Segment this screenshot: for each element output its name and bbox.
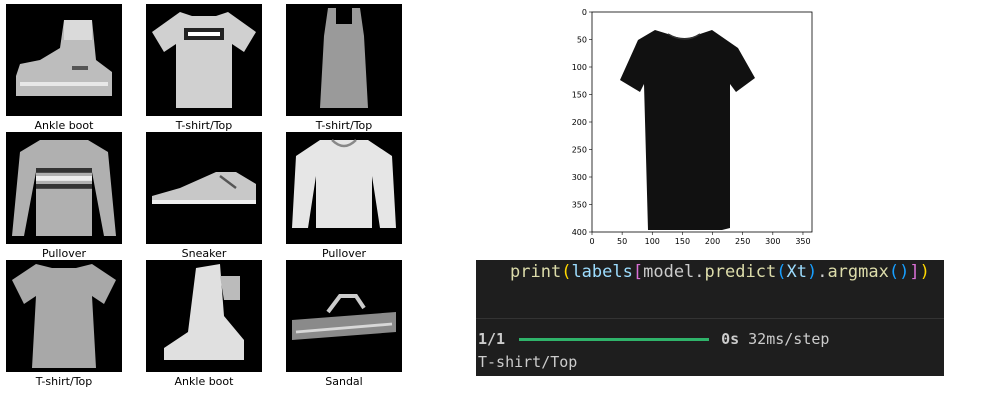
- code-token: (: [561, 262, 572, 282]
- code-token: model: [643, 262, 695, 282]
- ankle-boot-image: [6, 4, 122, 116]
- pullover-image: [286, 132, 402, 244]
- code-token: ]: [909, 262, 920, 282]
- sample-label: Pullover: [321, 247, 367, 260]
- sample-label: T-shirt/Top: [175, 119, 233, 132]
- sample-cell: Ankle boot: [6, 4, 124, 132]
- y-tick-label: 100: [572, 63, 587, 72]
- sample-cell: T-shirt/Top: [146, 4, 264, 132]
- y-axis-ticks: 0 50 100 150 200 250 300 350 400: [572, 8, 592, 237]
- y-tick-label: 150: [572, 91, 587, 100]
- image-plot: 0 50 100 150 200 250 300 350 400 0 50 100 150 200 250…: [560, 4, 820, 249]
- sample-label: Ankle boot: [174, 375, 234, 388]
- y-tick-label: 400: [572, 228, 587, 237]
- x-tick-label: 150: [675, 237, 690, 246]
- code-fn: print: [510, 262, 562, 282]
- code-token: argmax: [827, 262, 889, 282]
- x-tick-label: 250: [735, 237, 750, 246]
- code-token: labels: [571, 262, 633, 282]
- sample-cell: Pullover: [6, 132, 124, 260]
- sample-label: Sneaker: [181, 247, 227, 260]
- code-line[interactable]: print(labels[model.predict(Xt).argmax()]…: [510, 262, 930, 282]
- x-tick-label: 200: [705, 237, 720, 246]
- sample-label: T-shirt/Top: [35, 375, 93, 388]
- code-token: .: [694, 262, 705, 282]
- tank-top-image: [286, 4, 402, 116]
- sneaker-image: [146, 132, 262, 244]
- code-token: (): [888, 262, 910, 282]
- x-tick-label: 350: [795, 237, 810, 246]
- code-token: ): [806, 262, 818, 282]
- sample-label: Sandal: [325, 375, 363, 388]
- striped-pullover-image: [6, 132, 122, 244]
- code-token: ): [919, 262, 930, 282]
- x-tick-label: 100: [645, 237, 660, 246]
- code-token: (: [776, 262, 787, 282]
- progress-time: 0s: [721, 330, 740, 348]
- notebook-cell: print(labels[model.predict(Xt).argmax()]…: [476, 260, 944, 376]
- progress-rate: 32ms/step: [748, 330, 830, 348]
- progress-line: 1/1 0s 32ms/step: [478, 330, 829, 348]
- sample-cell: Sandal: [286, 260, 404, 388]
- progress-bar: [519, 337, 710, 341]
- sample-label: Pullover: [41, 247, 87, 260]
- y-tick-label: 0: [582, 8, 587, 17]
- sample-grid: Ankle boot T-shirt/Top T-shirt/Top Pullo…: [0, 0, 420, 400]
- sample-cell: Pullover: [286, 132, 404, 260]
- code-token: Xt: [786, 262, 807, 282]
- x-tick-label: 0: [589, 237, 594, 246]
- prediction-output: T-shirt/Top: [478, 353, 578, 371]
- code-token: [: [632, 262, 644, 282]
- tshirt-image: [6, 260, 122, 372]
- sample-label: Ankle boot: [34, 119, 94, 132]
- sample-label: T-shirt/Top: [315, 119, 373, 132]
- tshirt-image: [146, 4, 262, 116]
- x-axis-ticks: 0 50 100 150 200 250 300 350: [589, 232, 811, 246]
- sandal-image: [286, 260, 402, 372]
- progress-step: 1/1: [478, 330, 506, 348]
- x-tick-label: 50: [617, 237, 627, 246]
- y-tick-label: 50: [577, 36, 587, 45]
- code-token: predict: [704, 262, 777, 282]
- y-tick-label: 350: [572, 201, 587, 210]
- output-divider: [476, 318, 944, 319]
- ankle-boot-image: [146, 260, 262, 372]
- code-token: .: [817, 262, 828, 282]
- sample-cell: T-shirt/Top: [6, 260, 124, 388]
- y-tick-label: 250: [572, 146, 587, 155]
- y-tick-label: 300: [572, 173, 587, 182]
- plot-svg: 0 50 100 150 200 250 300 350 400 0 50 100 150 200 250…: [572, 8, 813, 246]
- sample-cell: T-shirt/Top: [286, 4, 404, 132]
- x-tick-label: 300: [765, 237, 780, 246]
- sample-cell: Sneaker: [146, 132, 264, 260]
- sample-cell: Ankle boot: [146, 260, 264, 388]
- y-tick-label: 200: [572, 118, 587, 127]
